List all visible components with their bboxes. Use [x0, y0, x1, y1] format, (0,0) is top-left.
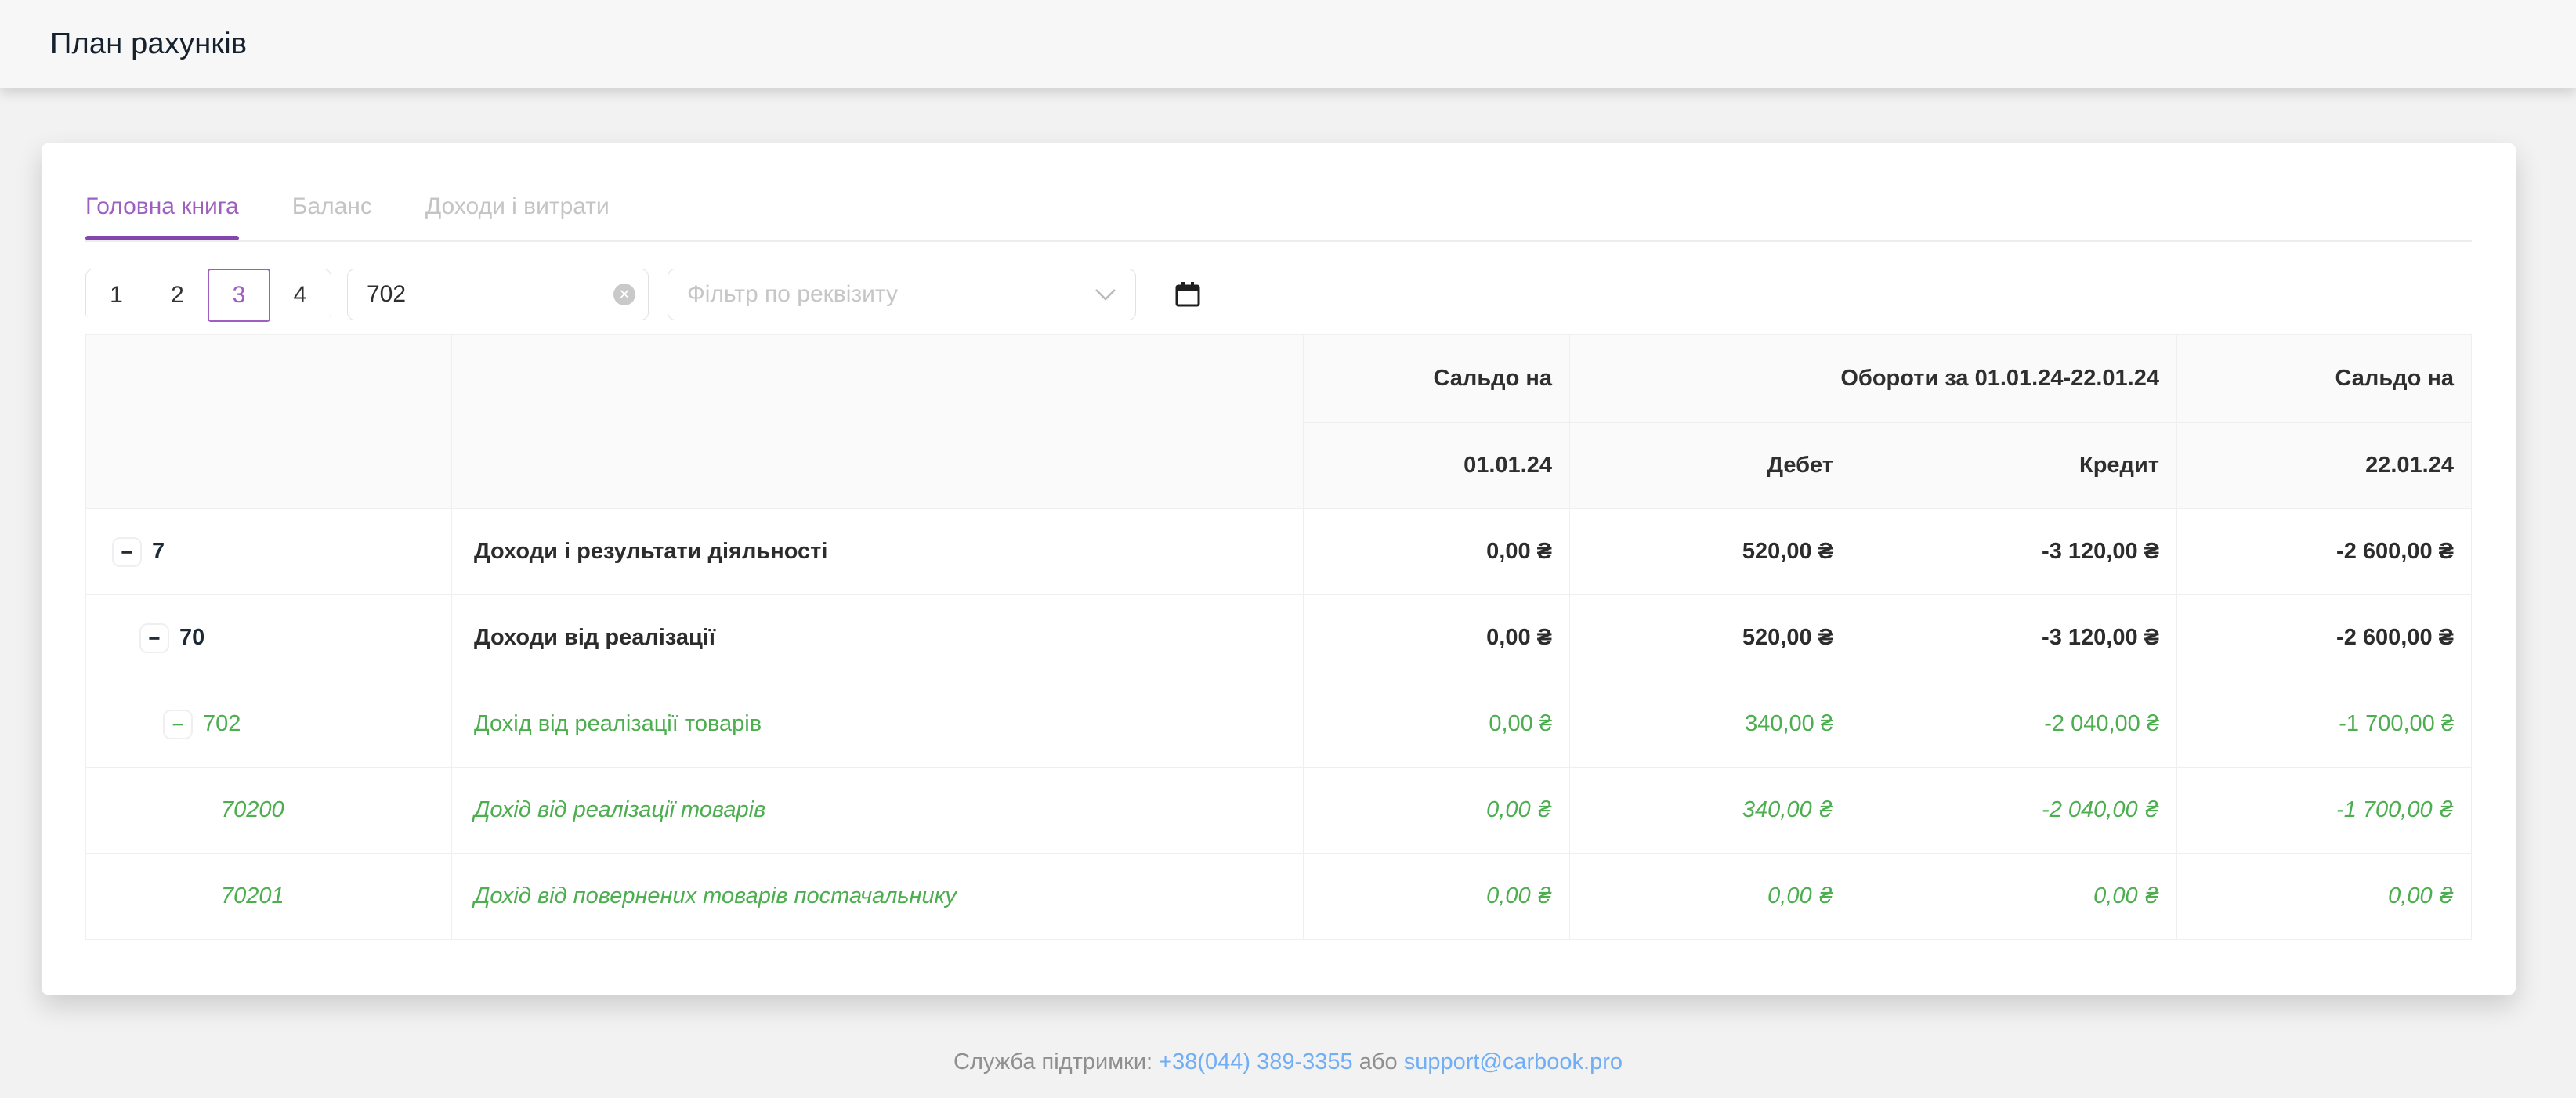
credit-value: 0,00 ₴	[1851, 854, 2177, 940]
saldo-end-value: -2 600,00 ₴	[2177, 509, 2472, 595]
account-class-button-group: 1 2 3 4	[85, 269, 331, 320]
class-button-1[interactable]: 1	[86, 269, 147, 321]
account-row-70200[interactable]: 70200 Дохід від реалізації товарів 0,00 …	[86, 768, 2472, 854]
saldo-start-value: 0,00 ₴	[1304, 681, 1570, 768]
saldo-start-value: 0,00 ₴	[1304, 509, 1570, 595]
support-phone-link[interactable]: +38(044) 389-3355	[1159, 1049, 1353, 1075]
debit-value: 520,00 ₴	[1570, 595, 1851, 681]
account-name: Дохід від повернених товарів постачальни…	[452, 854, 1304, 940]
header-debit: Дебет	[1570, 423, 1851, 509]
account-code: 702	[203, 711, 241, 737]
support-conjunction: або	[1359, 1049, 1398, 1075]
toolbar: 1 2 3 4 ✕ Фільтр по реквізиту	[85, 269, 2472, 320]
credit-value: -3 120,00 ₴	[1851, 595, 2177, 681]
account-row-7[interactable]: − 7 Доходи і результати діяльності 0,00 …	[86, 509, 2472, 595]
debit-value: 340,00 ₴	[1570, 681, 1851, 768]
support-footer: Служба підтримки: +38(044) 389-3355 або …	[0, 1049, 2576, 1075]
account-search-box: ✕	[347, 269, 649, 320]
account-code: 70200	[221, 797, 284, 823]
account-code: 70201	[221, 883, 284, 909]
class-button-3[interactable]: 3	[208, 269, 270, 322]
saldo-end-value: -1 700,00 ₴	[2177, 681, 2472, 768]
account-row-70[interactable]: − 70 Доходи від реалізації 0,00 ₴ 520,00…	[86, 595, 2472, 681]
support-label: Служба підтримки:	[953, 1049, 1152, 1075]
clear-search-icon[interactable]: ✕	[613, 284, 635, 305]
tab-income-expense[interactable]: Доходи і витрати	[425, 193, 610, 240]
tab-balance[interactable]: Баланс	[292, 193, 372, 240]
header-saldo-end-date: 22.01.24	[2177, 423, 2472, 509]
saldo-start-value: 0,00 ₴	[1304, 768, 1570, 854]
account-code: 7	[152, 539, 165, 565]
account-name: Доходи і результати діяльності	[452, 509, 1304, 595]
debit-value: 0,00 ₴	[1570, 854, 1851, 940]
debit-value: 520,00 ₴	[1570, 509, 1851, 595]
account-row-702[interactable]: − 702 Дохід від реалізації товарів 0,00 …	[86, 681, 2472, 768]
collapse-button[interactable]: −	[112, 537, 142, 567]
chevron-down-icon	[1094, 288, 1116, 301]
support-email-link[interactable]: support@carbook.pro	[1404, 1049, 1623, 1075]
saldo-start-value: 0,00 ₴	[1304, 854, 1570, 940]
account-name: Доходи від реалізації	[452, 595, 1304, 681]
account-code: 70	[179, 625, 204, 651]
collapse-button[interactable]: −	[163, 710, 193, 739]
filter-placeholder: Фільтр по реквізиту	[687, 281, 1094, 308]
credit-value: -3 120,00 ₴	[1851, 509, 2177, 595]
account-search-input[interactable]	[367, 281, 613, 308]
header-name-column	[452, 335, 1304, 509]
tab-bar: Головна книга Баланс Доходи і витрати	[85, 193, 2472, 240]
account-row-70201[interactable]: 70201 Дохід від повернених товарів поста…	[86, 854, 2472, 940]
class-button-2[interactable]: 2	[147, 269, 208, 321]
main-card: Головна книга Баланс Доходи і витрати 1 …	[42, 143, 2516, 995]
filter-by-attribute-select[interactable]: Фільтр по реквізиту	[668, 269, 1136, 320]
saldo-end-value: -2 600,00 ₴	[2177, 595, 2472, 681]
collapse-button[interactable]: −	[139, 623, 169, 653]
saldo-end-value: -1 700,00 ₴	[2177, 768, 2472, 854]
debit-value: 340,00 ₴	[1570, 768, 1851, 854]
calendar-button[interactable]	[1174, 280, 1202, 309]
credit-value: -2 040,00 ₴	[1851, 768, 2177, 854]
account-name: Дохід від реалізації товарів	[452, 768, 1304, 854]
saldo-start-value: 0,00 ₴	[1304, 595, 1570, 681]
tabs-divider	[85, 240, 2472, 242]
top-bar: План рахунків	[0, 0, 2576, 88]
header-saldo-start-title: Сальдо на	[1304, 335, 1570, 423]
accounts-table: Сальдо на Обороти за 01.01.24-22.01.24 С…	[85, 334, 2472, 940]
account-name: Дохід від реалізації товарів	[452, 681, 1304, 768]
header-turnover-title: Обороти за 01.01.24-22.01.24	[1570, 335, 2177, 423]
header-saldo-end-title: Сальдо на	[2177, 335, 2472, 423]
page-title: План рахунків	[50, 27, 247, 61]
header-credit: Кредит	[1851, 423, 2177, 509]
calendar-icon	[1174, 280, 1202, 309]
table-header-row-1: Сальдо на Обороти за 01.01.24-22.01.24 С…	[86, 335, 2472, 423]
header-saldo-start-date: 01.01.24	[1304, 423, 1570, 509]
credit-value: -2 040,00 ₴	[1851, 681, 2177, 768]
header-code-column	[86, 335, 452, 509]
saldo-end-value: 0,00 ₴	[2177, 854, 2472, 940]
class-button-4[interactable]: 4	[270, 269, 331, 321]
tab-main-book[interactable]: Головна книга	[85, 193, 239, 240]
